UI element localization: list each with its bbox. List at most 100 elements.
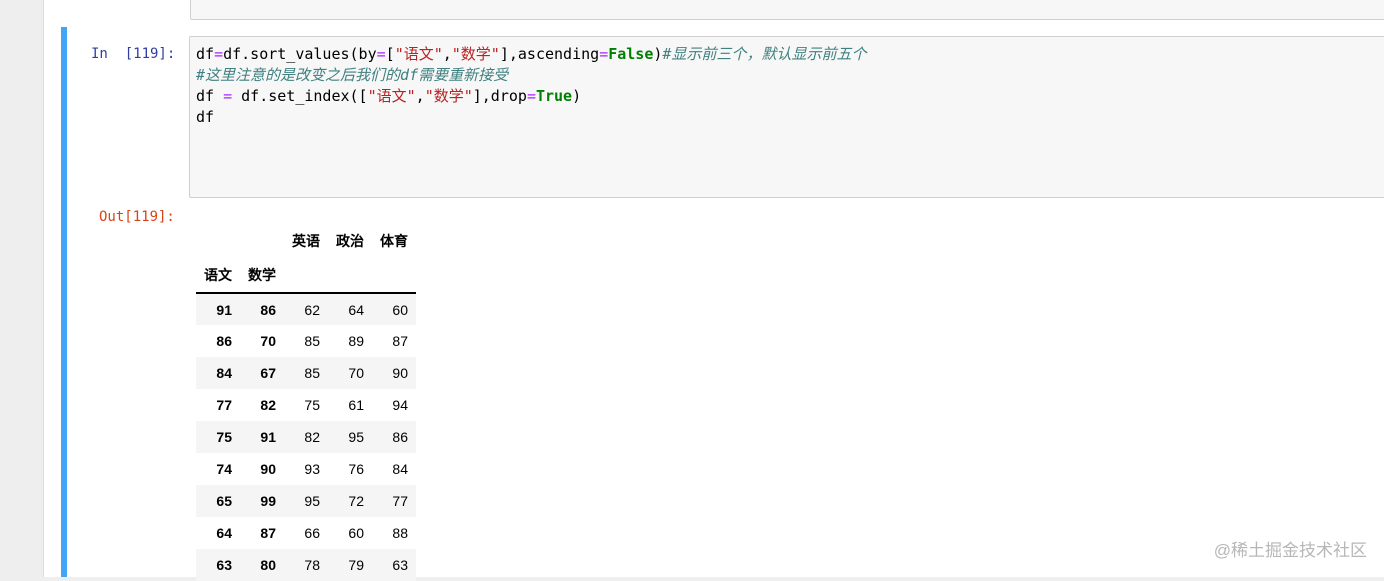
table-cell: 87 [392, 333, 408, 349]
cell-selection-bar [61, 27, 67, 577]
table-cell: 63 [392, 557, 408, 573]
index-cell: 77 [216, 397, 232, 413]
table-cell: 93 [304, 461, 320, 477]
index-cell: 91 [260, 429, 276, 445]
code-token: ],drop [472, 87, 527, 105]
empty-header-cell [240, 223, 284, 258]
table-row: 64 87 66 60 88 [196, 517, 416, 549]
index-cell: 86 [216, 333, 232, 349]
dataframe-table: 英语 政治 体育 语文 数学 91 86 62 64 60 86 70 85 89 87 84 67 8… [196, 223, 416, 581]
code-token: [ [385, 45, 395, 63]
table-row: 65 99 95 72 77 [196, 485, 416, 517]
code-editor[interactable]: df=df.sort_values(by=["语文","数学"],ascendi… [189, 36, 1384, 198]
index-cell: 65 [216, 493, 232, 509]
table-row: 86 70 85 89 87 [196, 325, 416, 357]
table-cell: 85 [304, 333, 320, 349]
code-token: , [415, 87, 425, 105]
table-cell: 61 [348, 397, 364, 413]
code-token: df.set_index([ [232, 87, 368, 105]
index-cell: 64 [216, 525, 232, 541]
code-cell-selected[interactable]: In [119]: df=df.sort_values(by=["语文","数学… [61, 27, 1384, 581]
code-token: = [376, 45, 386, 63]
table-cell: 95 [348, 429, 364, 445]
code-token: "语文" [394, 45, 443, 63]
table-row: 91 86 62 64 60 [196, 293, 416, 325]
table-cell: 66 [304, 525, 320, 541]
code-token: df [196, 45, 215, 63]
column-header: 英语 [292, 232, 320, 249]
notebook-page: In [119]: df=df.sort_values(by=["语文","数学… [43, 0, 1384, 581]
code-token: = [214, 45, 224, 63]
column-header-row: 英语 政治 体育 [196, 223, 416, 258]
table-cell: 62 [304, 301, 320, 318]
index-cell: 63 [216, 557, 232, 573]
index-cell: 82 [260, 397, 276, 413]
code-line: df = df.set_index(["语文","数学"],drop=True) [196, 86, 1382, 107]
empty-header-cell [328, 258, 372, 294]
table-cell: 95 [304, 493, 320, 509]
index-cell: 70 [260, 333, 276, 349]
code-token: "数学" [424, 87, 473, 105]
index-name: 数学 [240, 258, 284, 294]
table-row: 77 82 75 61 94 [196, 389, 416, 421]
table-cell: 77 [392, 493, 408, 509]
code-token: = [526, 87, 536, 105]
index-cell: 91 [216, 301, 232, 318]
empty-header-cell [284, 258, 328, 294]
code-token: ],ascending [499, 45, 600, 63]
table-row: 74 90 93 76 84 [196, 453, 416, 485]
code-token: #这里注意的是改变之后我们的df需要重新接受 [196, 66, 509, 84]
table-cell: 72 [348, 493, 364, 509]
code-token: = [599, 45, 609, 63]
index-cell: 74 [216, 461, 232, 477]
table-row: 84 67 85 70 90 [196, 357, 416, 389]
index-name-row: 语文 数学 [196, 258, 416, 294]
index-name: 语文 [196, 258, 240, 294]
index-cell: 80 [260, 557, 276, 573]
table-cell: 82 [304, 429, 320, 445]
code-token: df.sort_values(by [223, 45, 377, 63]
code-token: "语文" [367, 87, 416, 105]
table-cell: 60 [348, 525, 364, 541]
index-cell: 90 [260, 461, 276, 477]
code-line: df=df.sort_values(by=["语文","数学"],ascendi… [196, 44, 1382, 65]
table-cell: 78 [304, 557, 320, 573]
code-token: ) [572, 87, 582, 105]
table-cell: 94 [392, 397, 408, 413]
code-token: = [223, 87, 233, 105]
table-cell: 85 [304, 365, 320, 381]
table-cell: 86 [392, 429, 408, 445]
index-cell: 99 [260, 493, 276, 509]
code-token: df [196, 108, 215, 126]
code-line: df [196, 107, 1382, 128]
empty-header-cell [372, 258, 416, 294]
table-cell: 89 [348, 333, 364, 349]
column-header: 政治 [336, 232, 364, 249]
table-cell: 84 [392, 461, 408, 477]
table-cell: 79 [348, 557, 364, 573]
index-cell: 86 [260, 301, 276, 318]
table-row: 75 91 82 95 86 [196, 421, 416, 453]
previous-cell-input[interactable] [190, 0, 1384, 20]
index-cell: 75 [216, 429, 232, 445]
watermark: @稀土掘金技术社区 [1213, 541, 1367, 560]
input-prompt: In [119]: [91, 46, 176, 62]
output-area: 英语 政治 体育 语文 数学 91 86 62 64 60 86 70 85 89 87 84 67 8… [196, 223, 416, 581]
table-cell: 60 [392, 301, 408, 318]
code-token: "数学" [451, 45, 500, 63]
code-token: False [608, 45, 654, 63]
table-cell: 75 [304, 397, 320, 413]
code-line: #这里注意的是改变之后我们的df需要重新接受 [196, 65, 1382, 86]
code-token: , [442, 45, 452, 63]
table-row: 63 80 78 79 63 [196, 549, 416, 581]
code-token: #显示前三个，默认显示前五个 [662, 45, 867, 63]
empty-header-cell [196, 223, 240, 258]
index-cell: 67 [260, 365, 276, 381]
index-cell: 87 [260, 525, 276, 541]
code-token: True [535, 87, 573, 105]
table-cell: 76 [348, 461, 364, 477]
code-token: df [196, 87, 224, 105]
output-prompt: Out[119]: [99, 209, 175, 225]
column-header: 体育 [380, 232, 408, 249]
table-cell: 70 [348, 365, 364, 381]
